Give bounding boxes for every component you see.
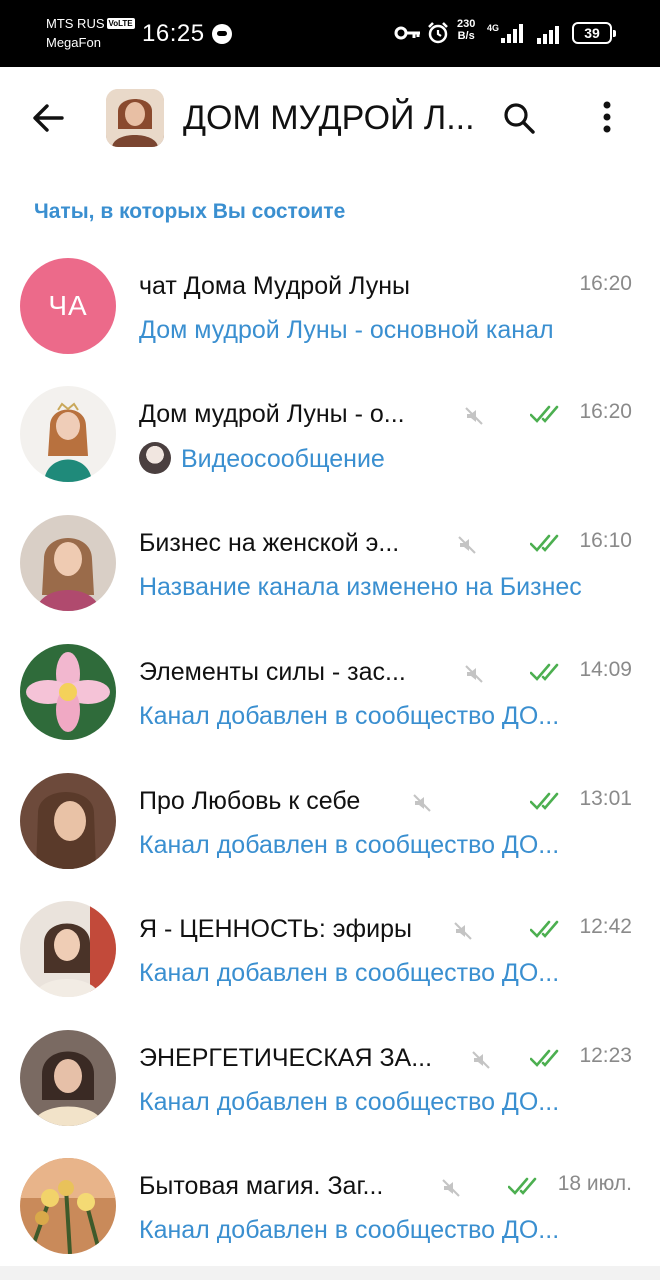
carrier-2: MegaFon [46, 35, 101, 50]
chat-row[interactable]: Элементы силы - зас... 14:09 Канал добав… [0, 626, 660, 754]
muted-icon [454, 922, 472, 940]
chat-time: 12:42 [579, 915, 632, 938]
more-vertical-icon[interactable] [590, 97, 624, 137]
flowers-image [20, 1158, 116, 1254]
net-speed-value: 230 [457, 18, 476, 30]
net-speed-unit: B/s [457, 30, 475, 42]
net-speed: 230 B/s [457, 18, 475, 42]
chat-row[interactable]: Про Любовь к себе 13:01 Канал добавлен в… [0, 755, 660, 883]
chat-row[interactable]: Дом мудрой Луны - о... 16:20 Видеосообще… [0, 368, 660, 496]
chat-preview: Название канала изменено на Бизнес [139, 573, 582, 601]
chat-avatar [20, 386, 116, 482]
chat-title: ЭНЕРГЕТИЧЕСКАЯ ЗА... [139, 1044, 433, 1072]
chat-preview: Канал добавлен в сообщество ДО... [139, 831, 560, 859]
volte-badge: VoLTE [106, 18, 135, 29]
chat-avatar: ЧА [20, 258, 116, 354]
chat-time: 12:23 [579, 1044, 632, 1067]
portrait-image [20, 773, 116, 869]
signal-4g-icon: 4G [487, 23, 523, 43]
muted-icon [413, 794, 431, 812]
community-avatar[interactable] [106, 89, 164, 147]
chat-time: 16:10 [579, 529, 632, 552]
double-check-icon [530, 1049, 559, 1067]
network-type-label: 4G [487, 23, 499, 33]
preview-text: Видеосообщение [181, 445, 385, 473]
portrait-image [20, 901, 116, 997]
community-title[interactable]: ДОМ МУДРОЙ Л... [183, 97, 493, 139]
message-notification-icon [212, 24, 232, 44]
status-time: 16:25 [142, 20, 205, 47]
carrier-info: MTS RUS VoLTE MegaFon [46, 14, 135, 52]
status-bar: MTS RUS VoLTE MegaFon 16:25 230 B/s 4G 39 [0, 0, 660, 67]
key-icon [394, 26, 420, 40]
double-check-icon [530, 920, 559, 938]
battery-icon: 39 [572, 22, 616, 44]
muted-icon [465, 665, 483, 683]
sender-avatar [139, 442, 171, 474]
chat-row[interactable]: Я - ЦЕННОСТЬ: эфиры 12:42 Канал добавлен… [0, 883, 660, 1011]
muted-icon [465, 407, 483, 425]
muted-icon [442, 1179, 460, 1197]
chat-row[interactable]: Бизнес на женской э... 16:10 Название ка… [0, 497, 660, 625]
portrait-image [20, 386, 116, 482]
double-check-icon [530, 405, 559, 423]
chat-row[interactable]: Бытовая магия. Заг... 18 июл. Канал доба… [0, 1140, 660, 1268]
lotus-flower-image [20, 644, 116, 740]
chat-avatar [20, 773, 116, 869]
portrait-image [20, 1030, 116, 1126]
chat-avatar [20, 515, 116, 611]
alarm-icon [428, 22, 448, 44]
muted-icon [472, 1051, 490, 1069]
chat-header: ДОМ МУДРОЙ Л... [0, 67, 660, 172]
chat-time: 14:09 [579, 658, 632, 681]
chat-row[interactable]: ЧА чат Дома Мудрой Луны 16:20 Дом мудрой… [0, 240, 660, 368]
chat-title: Дом мудрой Луны - о... [139, 400, 405, 428]
chat-time: 13:01 [579, 787, 632, 810]
bottom-edge [0, 1266, 660, 1280]
chat-preview: Канал добавлен в сообщество ДО... [139, 1088, 560, 1116]
chat-row[interactable]: ЭНЕРГЕТИЧЕСКАЯ ЗА... 12:23 Канал добавле… [0, 1012, 660, 1140]
chat-preview: Канал добавлен в сообщество ДО... [139, 1216, 560, 1244]
chat-time: 16:20 [579, 272, 632, 295]
carrier-1: MTS RUS [46, 16, 105, 31]
chat-preview: Канал добавлен в сообщество ДО... [139, 959, 560, 987]
muted-icon [458, 536, 476, 554]
chat-preview: Канал добавлен в сообщество ДО... [139, 702, 560, 730]
chat-avatar [20, 901, 116, 997]
chat-title: чат Дома Мудрой Луны [139, 272, 410, 300]
double-check-icon [530, 792, 559, 810]
back-button[interactable] [28, 97, 70, 139]
chat-preview: Дом мудрой Луны - основной канал [139, 316, 554, 344]
chat-title: Про Любовь к себе [139, 787, 361, 815]
chat-title: Элементы силы - зас... [139, 658, 406, 686]
chat-title: Я - ЦЕННОСТЬ: эфиры [139, 915, 412, 943]
woman-portrait-icon [106, 89, 164, 147]
chat-title: Бизнес на женской э... [139, 529, 400, 557]
section-label: Чаты, в которых Вы состоите [34, 200, 346, 223]
search-icon[interactable] [500, 99, 538, 137]
chat-avatar [20, 1030, 116, 1126]
chat-avatar [20, 1158, 116, 1254]
double-check-icon [508, 1177, 537, 1195]
chat-time: 18 июл. [557, 1172, 632, 1195]
chat-avatar [20, 644, 116, 740]
chat-preview: Видеосообщение [139, 442, 634, 475]
portrait-image [20, 515, 116, 611]
chat-title: Бытовая магия. Заг... [139, 1172, 384, 1200]
double-check-icon [530, 534, 559, 552]
double-check-icon [530, 663, 559, 681]
chat-time: 16:20 [579, 400, 632, 423]
avatar-initials: ЧА [48, 290, 88, 321]
signal-icon [537, 26, 559, 44]
